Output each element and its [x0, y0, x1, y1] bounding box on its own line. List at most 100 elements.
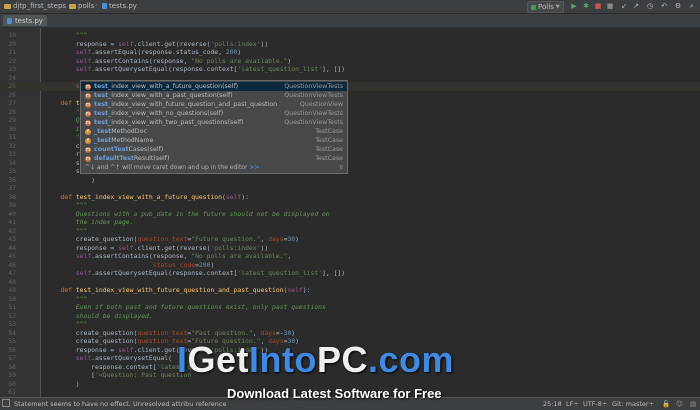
pi-icon[interactable]: π [339, 164, 343, 171]
completion-item[interactable]: m countTestCases(self) TestCase [81, 145, 347, 154]
code-token: self [75, 65, 92, 73]
code-token: ) [237, 48, 242, 56]
breadcrumb-separator: › [95, 1, 98, 9]
run-icon[interactable]: ▶ [570, 2, 578, 10]
code-token: 30 [287, 235, 296, 243]
completion-item[interactable]: m defaultTestResult(self) TestCase [81, 154, 347, 163]
completion-item[interactable]: f _testMethodDoc TestCase [81, 127, 347, 136]
code-token: self [118, 243, 134, 252]
breadcrumb-file[interactable]: tests.py [102, 2, 137, 10]
code-token: """ [75, 201, 88, 209]
method-icon: m [85, 110, 91, 117]
code-token: response.context[ [45, 362, 157, 371]
breadcrumb-polls[interactable]: polls [69, 2, 94, 10]
code-token: ) [295, 235, 300, 243]
search-everywhere-icon[interactable]: ⌕ [688, 2, 696, 10]
code-token: def [60, 286, 76, 294]
completion-match-prefix: test [94, 92, 109, 99]
stop-icon[interactable]: ■ [606, 2, 614, 10]
code-token: ) [45, 175, 96, 184]
completion-match-prefix: test [94, 110, 109, 117]
code-token: "Past question." [191, 328, 253, 337]
code-token: "No polls are available." [191, 56, 288, 65]
code-token: )) [260, 39, 269, 48]
history-icon[interactable]: ◷ [646, 2, 654, 10]
code-token: , [287, 252, 292, 260]
code-token: 'latest_question_list' [237, 65, 323, 73]
lock-icon[interactable]: 🔓 [662, 400, 670, 408]
file-encoding[interactable]: UTF-8÷ [583, 400, 607, 408]
code-token: """ [75, 320, 88, 328]
code-token: se [45, 167, 84, 175]
debug-icon[interactable]: ✱ [582, 2, 590, 10]
completion-item-type: TestCase [315, 137, 343, 144]
settings-icon[interactable]: ⚙ [674, 2, 682, 10]
revert-icon[interactable]: ↶ [660, 2, 668, 10]
watermark-subtitle: Download Latest Software for Free [227, 386, 442, 401]
completion-item-type: QuestionView [299, 101, 343, 108]
completion-item-name: test_index_view_with_a_past_question(sel… [94, 92, 233, 99]
completion-item-type: QuestionViewTests [284, 92, 343, 99]
completion-match-prefix: _test [94, 128, 112, 135]
code-token: """ [75, 294, 88, 303]
completion-item[interactable]: m test_index_view_with_no_questions(self)… [81, 109, 347, 118]
completion-match-prefix: countTest [94, 146, 129, 153]
completion-item-type: TestCase [315, 128, 343, 135]
code-token: .assertContains(response, [91, 252, 192, 260]
completion-match-prefix: defaultTest [94, 155, 134, 162]
code-token: ) [287, 56, 292, 65]
code-token: re [45, 150, 84, 158]
completion-item[interactable]: m test_index_view_with_future_question_an… [81, 100, 347, 109]
inspector-icon[interactable]: ☺ [676, 400, 683, 408]
tab-tests-py[interactable]: tests.py [3, 15, 47, 26]
event-log-icon[interactable]: ▤ [690, 400, 696, 408]
code-token: .assertContains(response, [91, 56, 192, 65]
git-branch[interactable]: Git: master÷ [612, 400, 654, 408]
code-token: self [287, 286, 303, 294]
completion-item-name: test_index_view_with_a_future_question(s… [94, 83, 239, 90]
breadcrumb-project[interactable]: djtp_first_steps [4, 2, 66, 10]
code-token: def [60, 99, 76, 107]
completion-item[interactable]: m test_index_view_with_a_past_question(se… [81, 91, 347, 100]
coverage-icon[interactable]: ■ [594, 2, 602, 10]
code-token: .assertEqual(response.status_code, [91, 48, 226, 56]
completion-item-type: QuestionViewTests [284, 83, 343, 90]
code-token: 'polls:index' [210, 39, 261, 48]
code-token: response = [45, 39, 119, 48]
completion-match-prefix: test [94, 83, 109, 90]
completion-item-name: countTestCases(self) [94, 146, 164, 153]
code-token: [ [45, 371, 96, 379]
completion-item-type: QuestionViewTests [284, 110, 343, 117]
completion-hint-link[interactable]: >> [249, 164, 259, 171]
vcs-commit-icon[interactable]: ↗ [632, 2, 640, 10]
completion-item[interactable]: m test_index_view_with_two_past_questions… [81, 118, 347, 127]
completion-item[interactable]: f _testMethodName TestCase [81, 136, 347, 145]
vcs-update-icon[interactable]: ↙ [620, 2, 628, 10]
django-icon [531, 4, 536, 10]
caret-position[interactable]: 25:18 [543, 400, 562, 408]
line-separator[interactable]: LF÷ [566, 400, 579, 408]
python-file-icon [102, 3, 107, 9]
code-token: response = [45, 345, 119, 354]
code-completion-popup: ^↓ and ^↑ will move caret down and up in… [80, 80, 348, 174]
method-icon: m [85, 101, 91, 108]
method-icon: m [85, 119, 91, 126]
code-token: """ [75, 226, 88, 235]
code-token: .assertQuerysetEqual(response.context[ [91, 65, 238, 73]
watermark-title-part: I [177, 339, 188, 380]
completion-item[interactable]: m test_index_view_with_a_future_question(… [81, 82, 347, 91]
code-token: Even if both past and future questions e… [75, 303, 326, 311]
status-message-text: Statement seems to have no effect. Unres… [14, 400, 194, 408]
tool-windows-icon[interactable] [2, 399, 10, 407]
code-token: 'latest_question_list' [237, 269, 323, 277]
run-configuration-selector[interactable]: Polls ▼ [527, 1, 564, 13]
